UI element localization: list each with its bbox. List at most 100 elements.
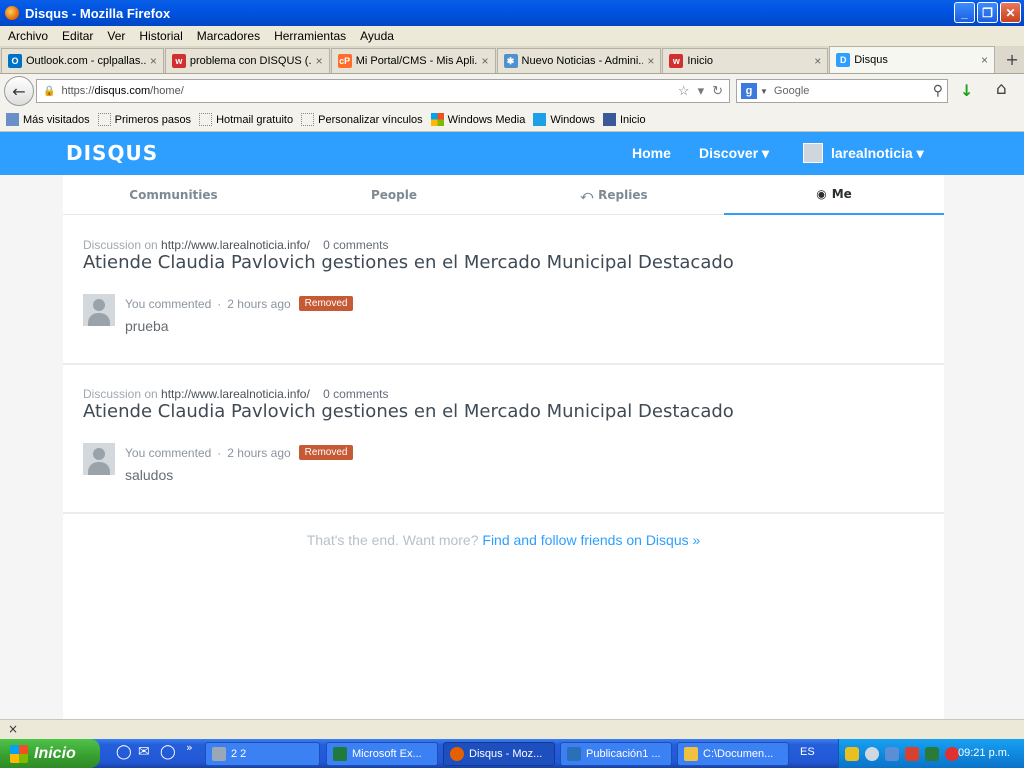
menu-editar[interactable]: Editar	[62, 29, 93, 43]
tab-replies[interactable]: ⤺ Replies	[504, 175, 724, 215]
language-indicator[interactable]: ES	[800, 746, 815, 758]
bookmark-label: Más visitados	[23, 113, 90, 126]
taskbar-item-label: 2 2	[231, 748, 247, 760]
bookmark-inicio[interactable]: Inicio	[602, 113, 646, 126]
browser-tab-problema[interactable]: w problema con DISQUS (... ×	[164, 48, 330, 73]
outlook-quicklaunch-icon[interactable]: ✉	[138, 744, 150, 760]
avatar[interactable]	[83, 443, 115, 475]
tab-close-icon[interactable]: ×	[150, 54, 157, 68]
back-button[interactable]: ←	[4, 76, 34, 106]
comment-time[interactable]: 2 hours ago	[227, 297, 290, 311]
search-box[interactable]: g ▼ Google ⚲	[736, 79, 948, 103]
comment-card: Discussion on http://www.larealnoticia.i…	[63, 238, 944, 365]
bookmark-primeros-pasos[interactable]: Primeros pasos	[97, 113, 191, 126]
tab-close-icon[interactable]: ×	[814, 54, 821, 68]
tab-people[interactable]: People	[284, 175, 504, 215]
page-icon	[97, 113, 111, 126]
comment-action: You commented	[125, 445, 212, 460]
bookmark-windows-media[interactable]: Windows Media	[430, 113, 525, 126]
antivirus-icon[interactable]	[945, 746, 959, 761]
disqus-logo[interactable]: DISQUS	[66, 141, 158, 165]
search-placeholder: Google	[773, 85, 810, 97]
discussion-site-link[interactable]: http://www.larealnoticia.info/	[161, 238, 310, 252]
menu-marcadores[interactable]: Marcadores	[197, 29, 260, 43]
bookmark-windows[interactable]: Windows	[533, 113, 595, 126]
search-icon[interactable]: ⚲	[933, 82, 943, 99]
shield-icon[interactable]	[845, 746, 859, 761]
menu-herramientas[interactable]: Herramientas	[274, 29, 346, 43]
joomla-icon: ✱	[503, 54, 518, 68]
discussion-title[interactable]: Atiende Claudia Pavlovich gestiones en e…	[83, 401, 734, 422]
browser-tab-disqus[interactable]: D Disqus ×	[829, 46, 996, 73]
comment-count[interactable]: 0 comments	[323, 387, 388, 401]
home-icon[interactable]: ⌂	[996, 79, 1007, 99]
bookmark-label: Hotmail gratuito	[216, 113, 294, 126]
navigation-bar: ← 🔒 https://disqus.com/home/ ☆ ▾ ↻ g ▼ G…	[0, 74, 1024, 108]
download-icon[interactable]: ↓	[960, 81, 973, 100]
nav-home[interactable]: Home	[632, 145, 671, 161]
comment-count[interactable]: 0 comments	[323, 238, 388, 252]
firefox-icon	[5, 6, 19, 20]
dropdown-arrow-icon[interactable]: ▾	[698, 83, 705, 99]
user-avatar[interactable]	[803, 143, 823, 163]
find-friends-link[interactable]: Find and follow friends on Disqus »	[482, 532, 700, 548]
reload-icon[interactable]: ↻	[712, 83, 723, 99]
close-findbar-icon[interactable]: ×	[8, 722, 18, 736]
taskbar-item-publisher[interactable]: Publicación1 ...	[560, 742, 672, 766]
publisher-icon	[567, 747, 581, 761]
bookmark-star-icon[interactable]: ☆	[678, 83, 690, 99]
start-button[interactable]: Inicio	[0, 739, 100, 768]
vpn-icon[interactable]	[925, 746, 939, 761]
wordpress-w-icon: w	[669, 54, 684, 68]
close-window-button[interactable]: ✕	[1000, 2, 1021, 23]
taskbar-item-group[interactable]: 2 2	[205, 742, 320, 766]
taskbar-item-excel[interactable]: Microsoft Ex...	[326, 742, 438, 766]
discussion-label: Discussion on	[83, 387, 158, 401]
bookmark-hotmail[interactable]: Hotmail gratuito	[199, 113, 293, 126]
nav-user-menu[interactable]: larealnoticia ▾	[831, 145, 924, 162]
browser-tab-outlook[interactable]: O Outlook.com - cplpallas... ×	[1, 48, 164, 73]
tools-icon[interactable]	[905, 746, 919, 761]
tab-label: Nuevo Noticias - Admini...	[521, 55, 644, 67]
taskbar: Inicio ◯ ✉ ◯ » 2 2 Microsoft Ex... Disqu…	[0, 739, 1024, 768]
browser-tab-inicio[interactable]: w Inicio ×	[662, 48, 829, 73]
sub-navigation: Communities People ⤺ Replies ◉ Me	[63, 175, 944, 215]
minimize-button[interactable]: _	[954, 2, 975, 23]
menu-historial[interactable]: Historial	[139, 29, 182, 43]
taskbar-item-explorer[interactable]: C:\Documen...	[677, 742, 789, 766]
discussion-title[interactable]: Atiende Claudia Pavlovich gestiones en e…	[83, 252, 734, 273]
wordpress-w-icon: w	[171, 54, 186, 68]
tab-me[interactable]: ◉ Me	[724, 175, 944, 215]
ie-quicklaunch-icon[interactable]: ◯	[116, 744, 132, 760]
search-engine-dropdown-icon[interactable]: ▼	[760, 87, 768, 96]
tab-close-icon[interactable]: ×	[647, 54, 654, 68]
clock[interactable]: 09:21 p.m.	[958, 747, 1010, 759]
browser-tab-cpanel[interactable]: cP Mi Portal/CMS - Mis Apli... ×	[330, 48, 496, 73]
ie-alt-quicklaunch-icon[interactable]: ◯	[160, 744, 176, 760]
url-bar[interactable]: 🔒 https://disqus.com/home/ ☆ ▾ ↻	[36, 79, 730, 103]
bookmark-label: Inicio	[619, 113, 646, 126]
nav-discover[interactable]: Discover ▾	[699, 145, 769, 162]
network-icon[interactable]	[885, 746, 899, 761]
comment-card: Discussion on http://www.larealnoticia.i…	[63, 387, 944, 514]
bookmark-personalizar[interactable]: Personalizar vínculos	[301, 113, 423, 126]
menu-ver[interactable]: Ver	[107, 29, 125, 43]
google-icon[interactable]: g	[741, 83, 757, 99]
menu-archivo[interactable]: Archivo	[8, 29, 48, 43]
new-tab-button[interactable]: +	[1000, 47, 1024, 71]
comment-time[interactable]: 2 hours ago	[227, 446, 290, 460]
avatar[interactable]	[83, 294, 115, 326]
restore-button[interactable]: ❐	[977, 2, 998, 23]
tray-status-icon[interactable]	[865, 746, 879, 761]
tab-communities[interactable]: Communities	[63, 175, 284, 215]
bookmark-mas-visitados[interactable]: Más visitados	[6, 113, 90, 126]
tab-close-icon[interactable]: ×	[316, 54, 323, 68]
tab-close-icon[interactable]: ×	[981, 53, 988, 67]
quicklaunch-expand-icon[interactable]: »	[186, 741, 193, 754]
tab-me-label: Me	[831, 187, 852, 201]
browser-tab-joomla[interactable]: ✱ Nuevo Noticias - Admini... ×	[496, 48, 662, 73]
tab-close-icon[interactable]: ×	[482, 54, 489, 68]
taskbar-item-firefox[interactable]: Disqus - Moz...	[443, 742, 555, 766]
menu-ayuda[interactable]: Ayuda	[360, 29, 394, 43]
discussion-site-link[interactable]: http://www.larealnoticia.info/	[161, 387, 310, 401]
